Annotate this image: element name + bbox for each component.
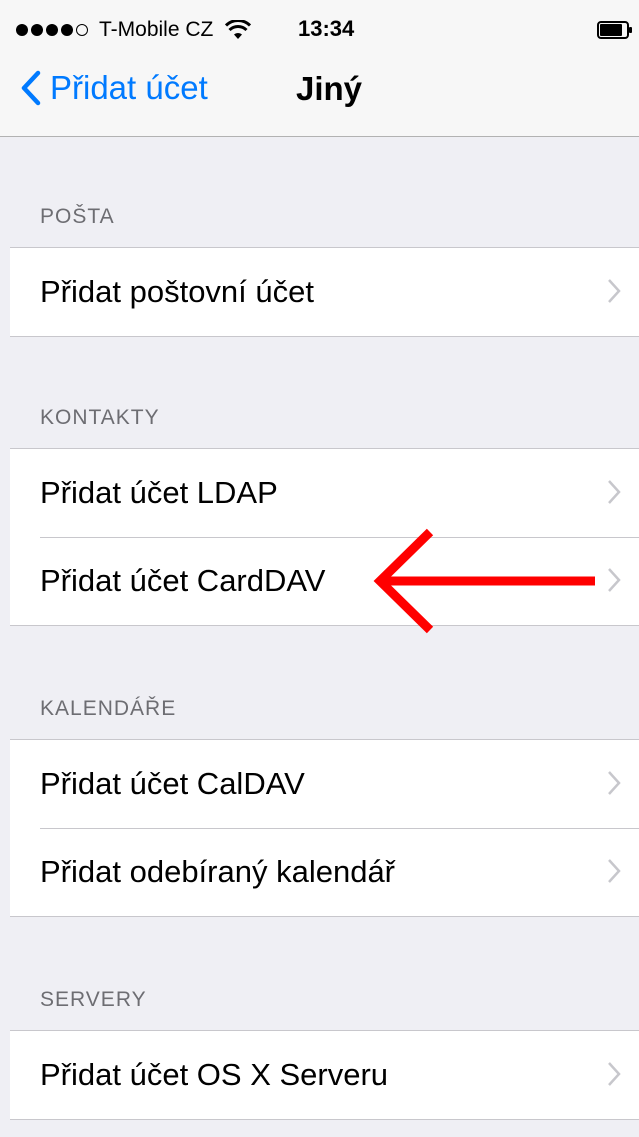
chevron-right-icon	[608, 480, 621, 504]
status-bar: T-Mobile CZ 13:34	[0, 0, 639, 42]
list-item-label: Přidat poštovní účet	[40, 274, 314, 309]
list-item-add-osx-server-account[interactable]: Přidat účet OS X Serveru	[10, 1031, 639, 1119]
annotation-arrow-icon	[373, 528, 595, 634]
list-item-label: Přidat účet CalDAV	[40, 766, 305, 801]
chevron-right-icon	[608, 771, 621, 795]
section-header-servery: SERVERY	[40, 988, 147, 1011]
chevron-right-icon	[608, 279, 621, 303]
battery-icon	[597, 21, 632, 39]
page-title: Jiný	[296, 70, 363, 107]
list-item-label: Přidat účet OS X Serveru	[40, 1057, 389, 1092]
list-item-label: Přidat odebíraný kalendář	[40, 854, 396, 889]
chevron-right-icon	[608, 1062, 621, 1086]
chevron-right-icon	[608, 568, 621, 592]
settings-screen: T-Mobile CZ 13:34 Přidat účet Jiný POŠTA…	[0, 0, 639, 1137]
back-button-label: Přidat účet	[50, 69, 208, 106]
list-item-add-caldav-account[interactable]: Přidat účet CalDAV	[10, 740, 639, 828]
list-item-add-subscribed-calendar[interactable]: Přidat odebíraný kalendář	[10, 828, 639, 916]
group-posta: Přidat poštovní účet	[10, 247, 639, 337]
navigation-bar: Přidat účet Jiný	[0, 40, 639, 137]
chevron-right-icon	[608, 859, 621, 883]
list-item-label: Přidat účet CardDAV	[40, 563, 326, 598]
section-header-kalendare: KALENDÁŘE	[40, 697, 177, 720]
signal-dots-icon	[16, 24, 91, 36]
list-item-label: Přidat účet LDAP	[40, 475, 278, 510]
section-header-kontakty: KONTAKTY	[40, 406, 160, 429]
group-servery: Přidat účet OS X Serveru	[10, 1030, 639, 1120]
back-button[interactable]: Přidat účet	[20, 64, 208, 112]
status-left: T-Mobile CZ	[16, 18, 252, 42]
chevron-left-icon	[21, 70, 41, 106]
wifi-icon	[225, 20, 252, 39]
list-item-add-ldap-account[interactable]: Přidat účet LDAP	[10, 449, 639, 537]
status-time: 13:34	[298, 16, 355, 41]
list-item-add-mail-account[interactable]: Přidat poštovní účet	[10, 248, 639, 336]
section-header-posta: POŠTA	[40, 205, 115, 228]
carrier-name: T-Mobile CZ	[99, 18, 214, 41]
group-kalendare: Přidat účet CalDAV Přidat odebíraný kale…	[10, 739, 639, 917]
